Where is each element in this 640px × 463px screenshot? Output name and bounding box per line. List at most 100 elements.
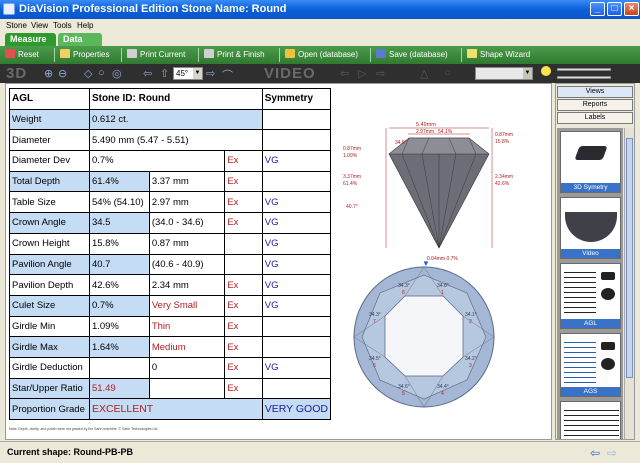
status-bar: Current shape: Round-PB-PB ⇦ ⇨ bbox=[0, 441, 640, 463]
views-button[interactable]: Views bbox=[557, 86, 633, 98]
properties-icon bbox=[60, 49, 70, 58]
crown-height-pct-label: 15.8% bbox=[495, 139, 510, 145]
brightness-icon bbox=[541, 66, 551, 76]
pavilion-angle-label: 40.7° bbox=[346, 204, 358, 210]
crown-left-mm-label: 0.87mm bbox=[343, 146, 361, 152]
back-arrow-icon[interactable]: ⇦ bbox=[590, 446, 600, 460]
rotate-left-icon[interactable]: ⇦ bbox=[143, 67, 152, 80]
thumbnail-report[interactable] bbox=[560, 401, 621, 439]
table-row: Girdle Max 1.64% Medium Ex bbox=[9, 336, 332, 358]
rotate-right-icon[interactable]: ⇨ bbox=[206, 67, 215, 80]
video-play-icon: ▷ bbox=[358, 68, 367, 80]
minimize-button[interactable]: _ bbox=[590, 2, 605, 16]
title-bar: DiaVision Professional Edition Stone Nam… bbox=[0, 0, 640, 19]
report-footnote: Note: Depth, clarity, and polish were no… bbox=[9, 427, 159, 431]
right-sidebar: Views Reports Labels 3D Symetry Video AG… bbox=[555, 83, 635, 440]
tab-data[interactable]: Data bbox=[58, 33, 102, 46]
stone-id-header: Stone ID: Round bbox=[88, 88, 263, 110]
reset-icon bbox=[5, 49, 15, 58]
ags-report-image bbox=[564, 338, 596, 384]
diamond-top-icon[interactable]: ○ bbox=[98, 67, 105, 79]
table-pct-label: 54.1% bbox=[438, 129, 453, 135]
view-select[interactable]: ▼ bbox=[475, 67, 533, 80]
table-row: Table Size 54% (54.10) 2.97 mm Ex VG bbox=[9, 191, 332, 214]
labels-button[interactable]: Labels bbox=[557, 112, 633, 124]
zoom-out-icon[interactable]: ⊖ bbox=[58, 67, 67, 80]
print-current-button[interactable]: Print Current bbox=[127, 48, 199, 62]
print-finish-icon bbox=[204, 49, 214, 58]
crown-angle-label: 34.5° bbox=[395, 140, 407, 146]
app-icon bbox=[3, 3, 15, 15]
facet-number: 1 bbox=[441, 290, 444, 296]
facet-number: 8 bbox=[402, 290, 405, 296]
table-header-row: AGL Stone ID: Round Symmetry bbox=[9, 88, 332, 110]
table-row: Crown Angle 34.5 (34.0 - 34.6) Ex VG bbox=[9, 212, 332, 234]
diamond-profile-diagram: 5.49mm 2.97mm 54.1% 34.5° 0.87mm 15.8% 0… bbox=[343, 122, 513, 262]
forward-arrow-icon[interactable]: ⇨ bbox=[607, 446, 617, 460]
menu-stone[interactable]: Stone bbox=[6, 21, 27, 30]
chevron-down-icon: ▼ bbox=[523, 68, 532, 79]
ags-diamond-image bbox=[601, 342, 615, 350]
video-label: VIDEO bbox=[264, 65, 316, 82]
table-row: Proportion Grade EXCELLENT VERY GOOD bbox=[9, 398, 332, 420]
close-button[interactable]: × bbox=[624, 2, 639, 16]
arch-icon[interactable]: ⌒ bbox=[222, 67, 233, 83]
crown-angle-label: 34.6° bbox=[437, 283, 449, 289]
menu-tools[interactable]: Tools bbox=[53, 21, 72, 30]
depth-mm-label: 3.37mm bbox=[343, 174, 361, 180]
facet-number: 3 bbox=[469, 363, 472, 369]
open-database-button[interactable]: Open (database) bbox=[285, 48, 371, 62]
print-finish-button[interactable]: Print & Finish bbox=[204, 48, 280, 62]
table-row: Girdle Deduction 0 Ex VG bbox=[9, 356, 332, 379]
video-back-icon: ⇦ bbox=[340, 68, 350, 80]
zoom-in-icon[interactable]: ⊕ bbox=[44, 67, 53, 80]
crown-angle-label: 34.5° bbox=[369, 356, 381, 362]
thumbnail-video[interactable]: Video bbox=[560, 197, 621, 259]
properties-button[interactable]: Properties bbox=[60, 48, 122, 62]
proportion-grade-value: EXCELLENT bbox=[88, 398, 263, 420]
table-row: Diameter 5.490 mm (5.47 - 5.51) bbox=[9, 129, 332, 152]
table-row: Pavilion Angle 40.7 (40.6 - 40.9) VG bbox=[9, 253, 332, 276]
current-shape-status: Current shape: Round-PB-PB bbox=[7, 447, 133, 457]
contrast-slider[interactable] bbox=[557, 76, 611, 79]
table-facet bbox=[384, 295, 464, 377]
report-thumbnail-image bbox=[564, 406, 619, 439]
table-label: 2.97mm bbox=[416, 129, 434, 135]
wand-icon bbox=[467, 49, 477, 58]
rotate-up-icon[interactable]: ⇧ bbox=[160, 67, 169, 80]
menu-help[interactable]: Help bbox=[77, 21, 93, 30]
lab-header: AGL bbox=[9, 88, 90, 110]
table-row: Crown Height 15.8% 0.87 mm VG bbox=[9, 232, 332, 255]
table-row: Pavilion Depth 42.6% 2.34 mm Ex VG bbox=[9, 274, 332, 296]
chevron-down-icon: ▼ bbox=[193, 68, 202, 79]
menu-view[interactable]: View bbox=[31, 21, 48, 30]
table-row: Culet Size 0.7% Very Small Ex VG bbox=[9, 294, 332, 317]
thumbnail-3d-symetry[interactable]: 3D Symetry bbox=[560, 131, 621, 193]
window-title: DiaVision Professional Edition Stone Nam… bbox=[19, 3, 287, 15]
angle-select[interactable]: 45° ▼ bbox=[173, 67, 203, 80]
video-light-icon: ○ bbox=[444, 67, 451, 79]
scrollbar-thumb[interactable] bbox=[626, 138, 633, 378]
reports-button[interactable]: Reports bbox=[557, 99, 633, 111]
thumbnail-agl[interactable]: AGL bbox=[560, 263, 621, 329]
reset-button[interactable]: Reset bbox=[5, 48, 55, 62]
table-row: Diameter Dev 0.7% Ex VG bbox=[9, 150, 332, 172]
sidebar-scrollbar[interactable] bbox=[624, 128, 634, 439]
thumbnail-ags[interactable]: AGS bbox=[560, 333, 621, 397]
tab-measure[interactable]: Measure bbox=[5, 33, 56, 46]
ags-top-image bbox=[601, 358, 615, 370]
facets-icon[interactable]: ◎ bbox=[112, 67, 122, 80]
symmetry-header: Symmetry bbox=[261, 88, 332, 110]
diamond-side-icon[interactable]: ◇ bbox=[84, 67, 92, 80]
facet-number: 7 bbox=[373, 319, 376, 325]
pav-depth-pct-label: 42.6% bbox=[495, 181, 510, 187]
shape-wizard-button[interactable]: Shape Wizard bbox=[467, 48, 547, 62]
save-database-button[interactable]: Save (database) bbox=[376, 48, 462, 62]
brightness-slider[interactable] bbox=[557, 68, 611, 71]
facet-number: 6 bbox=[373, 363, 376, 369]
maximize-button[interactable]: □ bbox=[607, 2, 622, 16]
agl-diamond-image bbox=[601, 272, 615, 280]
table-row: Total Depth 61.4% 3.37 mm Ex bbox=[9, 170, 332, 193]
facet-number: 5 bbox=[402, 391, 405, 397]
agl-top-image bbox=[601, 288, 615, 300]
